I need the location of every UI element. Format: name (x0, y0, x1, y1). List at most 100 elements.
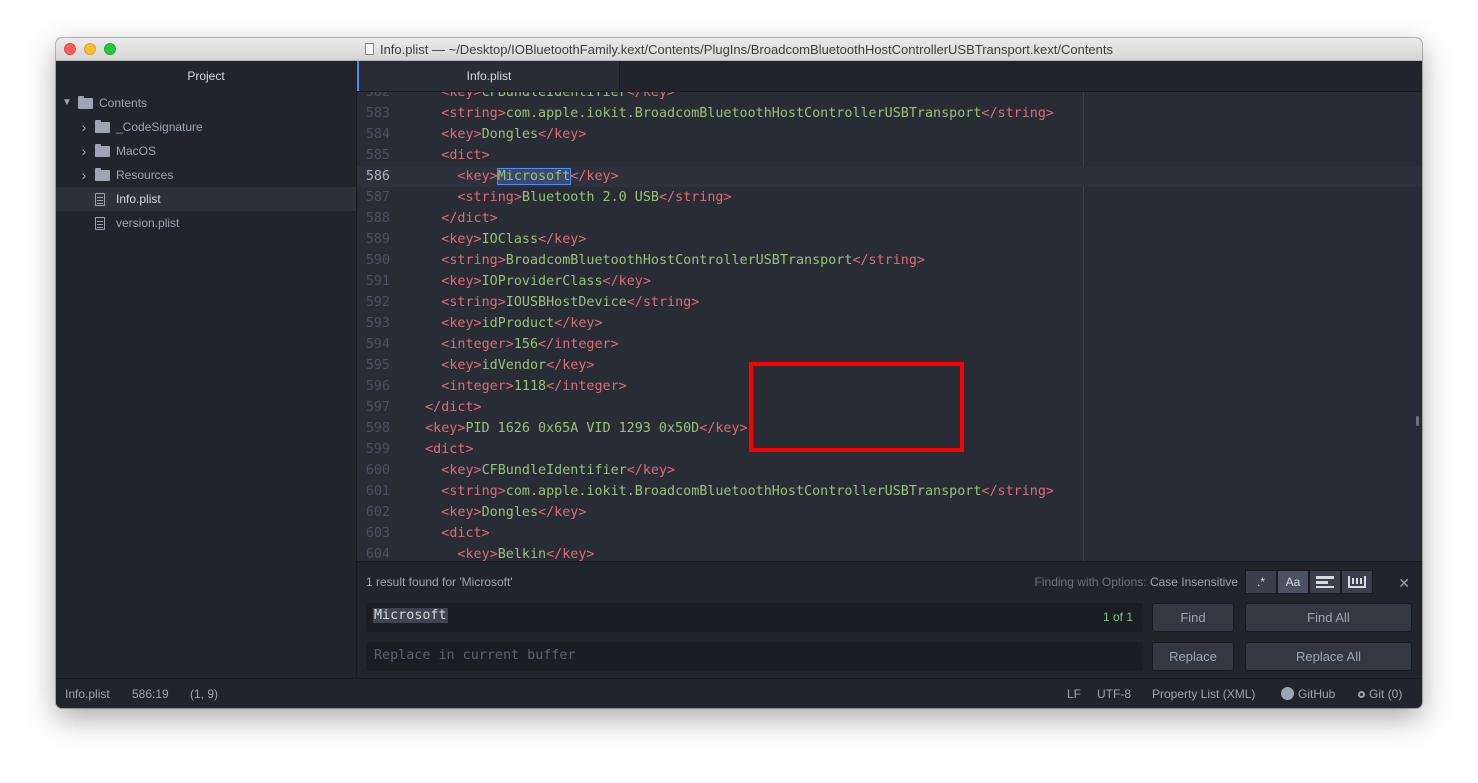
in-selection-toggle-button[interactable] (1309, 570, 1341, 594)
tree-item-info-plist[interactable]: Info.plist (56, 187, 356, 211)
github-icon (1281, 687, 1294, 700)
line-number[interactable]: 602 (357, 502, 390, 523)
line-number[interactable]: 595 (357, 355, 390, 376)
line-number[interactable]: 584 (357, 124, 390, 145)
code-text: <key>idProduct</key> (441, 313, 602, 334)
code-line[interactable]: 592 <string>IOUSBHostDevice</string> (357, 292, 1422, 313)
whole-word-toggle-button[interactable] (1341, 570, 1373, 594)
status-cursor-position[interactable]: 586:19 (132, 679, 169, 708)
xml-value: 156 (513, 337, 539, 352)
tree-item-codesignature[interactable]: › _CodeSignature (56, 115, 356, 139)
find-button[interactable]: Find (1152, 603, 1234, 632)
line-number[interactable]: 587 (357, 187, 390, 208)
line-number[interactable]: 603 (357, 523, 390, 544)
status-github[interactable]: GitHub (1281, 679, 1335, 708)
replace-button[interactable]: Replace (1152, 642, 1234, 671)
xml-tag: </key> (538, 505, 587, 520)
code-line[interactable]: 588 </dict> (357, 208, 1422, 229)
code-line[interactable]: 582 <key>CFBundleIdentifier</key> (357, 92, 1422, 103)
code-text: <string>IOUSBHostDevice</string> (441, 292, 699, 313)
line-number[interactable]: 597 (357, 397, 390, 418)
code-line[interactable]: 587 <string>Bluetooth 2.0 USB</string> (357, 187, 1422, 208)
find-all-button[interactable]: Find All (1245, 603, 1412, 632)
xml-value: com.apple.iokit.BroadcomBluetoothHostCon… (505, 484, 982, 499)
xml-value: idProduct (481, 316, 555, 331)
xml-value: Dongles (481, 127, 539, 142)
line-number[interactable]: 604 (357, 544, 390, 561)
replace-input[interactable]: Replace in current buffer (366, 642, 1143, 671)
status-file-name[interactable]: Info.plist (65, 679, 110, 708)
project-header[interactable]: Project (56, 61, 356, 91)
tab-info-plist[interactable]: Info.plist (357, 61, 620, 91)
code-line[interactable]: 603 <dict> (357, 523, 1422, 544)
chevron-right-icon[interactable]: › (79, 139, 89, 163)
line-number[interactable]: 590 (357, 250, 390, 271)
xml-value: 1118 (513, 379, 547, 394)
code-line[interactable]: 586 <key>Microsoft</key> (357, 166, 1422, 187)
line-number[interactable]: 596 (357, 376, 390, 397)
chevron-right-icon[interactable]: › (79, 115, 89, 139)
xml-tag: <key> (441, 274, 482, 289)
line-number[interactable]: 598 (357, 418, 390, 439)
scrollbar-thumb[interactable] (1416, 416, 1419, 426)
line-number[interactable]: 589 (357, 229, 390, 250)
line-number[interactable]: 601 (357, 481, 390, 502)
xml-tag: <string> (441, 484, 506, 499)
xml-tag: <dict> (425, 442, 474, 457)
code-line[interactable]: 600 <key>CFBundleIdentifier</key> (357, 460, 1422, 481)
text-editor[interactable]: Info.plist 582 <key> CFBundleIdentifier </k… (357, 61, 1422, 679)
line-number[interactable]: 591 (357, 271, 390, 292)
status-git[interactable]: Git (0) (1358, 679, 1402, 708)
tree-item-resources[interactable]: › Resources (56, 163, 356, 187)
replace-input-placeholder: Replace in current buffer (374, 648, 576, 663)
code-line[interactable]: 601 <string>com.apple.iokit.BroadcomBluet… (357, 481, 1422, 502)
code-text: </dict> (441, 208, 497, 229)
code-line[interactable]: 595 <key>idVendor</key> (357, 355, 1422, 376)
search-match: Microsoft (496, 168, 572, 185)
chevron-right-icon[interactable]: › (79, 163, 89, 187)
line-number[interactable]: 582 (357, 92, 390, 103)
xml-tag: </string> (981, 484, 1054, 499)
code-text: <string>com.apple.iokit.BroadcomBluetoot… (441, 103, 1054, 124)
line-number[interactable]: 592 (357, 292, 390, 313)
code-line[interactable]: 598 <key>PID 1626 0x65A VID 1293 0x50D</k… (357, 418, 1422, 439)
line-number[interactable]: 585 (357, 145, 390, 166)
tree-item-version-plist[interactable]: version.plist (56, 211, 356, 235)
code-line[interactable]: 602 <key>Dongles</key> (357, 502, 1422, 523)
code-line[interactable]: 585 <dict> (357, 145, 1422, 166)
xml-value: CFBundleIdentifier (481, 463, 627, 478)
xml-tag: </integer> (546, 379, 627, 394)
code-line[interactable]: 591 <key>IOProviderClass</key> (357, 271, 1422, 292)
line-number[interactable]: 593 (357, 313, 390, 334)
case-sensitive-toggle-button[interactable]: Aa (1277, 570, 1309, 594)
folder-icon (95, 120, 110, 133)
code-line[interactable]: 599 <dict> (357, 439, 1422, 460)
replace-all-button[interactable]: Replace All (1245, 642, 1412, 671)
code-area[interactable]: 582 <key> CFBundleIdentifier </key> 583 <stri… (357, 92, 1422, 561)
code-line[interactable]: 596 <integer>1118</integer> (357, 376, 1422, 397)
tree-root-contents[interactable]: ▼ Contents (56, 91, 356, 115)
code-line[interactable]: 604 <key>Belkin</key> (357, 544, 1422, 561)
code-line[interactable]: 584 <key>Dongles</key> (357, 124, 1422, 145)
code-line[interactable]: 594 <integer>156</integer> (357, 334, 1422, 355)
xml-tag: <key> (441, 92, 482, 100)
code-line[interactable]: 583 <string>com.apple.iokit.BroadcomBluet… (357, 103, 1422, 124)
line-number[interactable]: 600 (357, 460, 390, 481)
close-find-panel-icon[interactable]: ✕ (1398, 575, 1410, 592)
code-line[interactable]: 597 </dict> (357, 397, 1422, 418)
line-number[interactable]: 588 (357, 208, 390, 229)
regex-toggle-button[interactable]: .* (1245, 570, 1277, 594)
line-number[interactable]: 586 (357, 166, 390, 187)
line-number[interactable]: 594 (357, 334, 390, 355)
code-line[interactable]: 590 <string>BroadcomBluetoothHostControll… (357, 250, 1422, 271)
status-grammar[interactable]: Property List (XML) (1152, 679, 1255, 708)
status-line-ending[interactable]: LF (1067, 679, 1081, 708)
status-encoding[interactable]: UTF-8 (1097, 679, 1131, 708)
find-input[interactable]: Microsoft 1 of 1 (366, 603, 1143, 632)
code-line[interactable]: 593 <key>idProduct</key> (357, 313, 1422, 334)
code-line[interactable]: 589 <key>IOClass</key> (357, 229, 1422, 250)
chevron-down-icon[interactable]: ▼ (62, 91, 72, 115)
line-number[interactable]: 583 (357, 103, 390, 124)
line-number[interactable]: 599 (357, 439, 390, 460)
tree-item-macos[interactable]: › MacOS (56, 139, 356, 163)
